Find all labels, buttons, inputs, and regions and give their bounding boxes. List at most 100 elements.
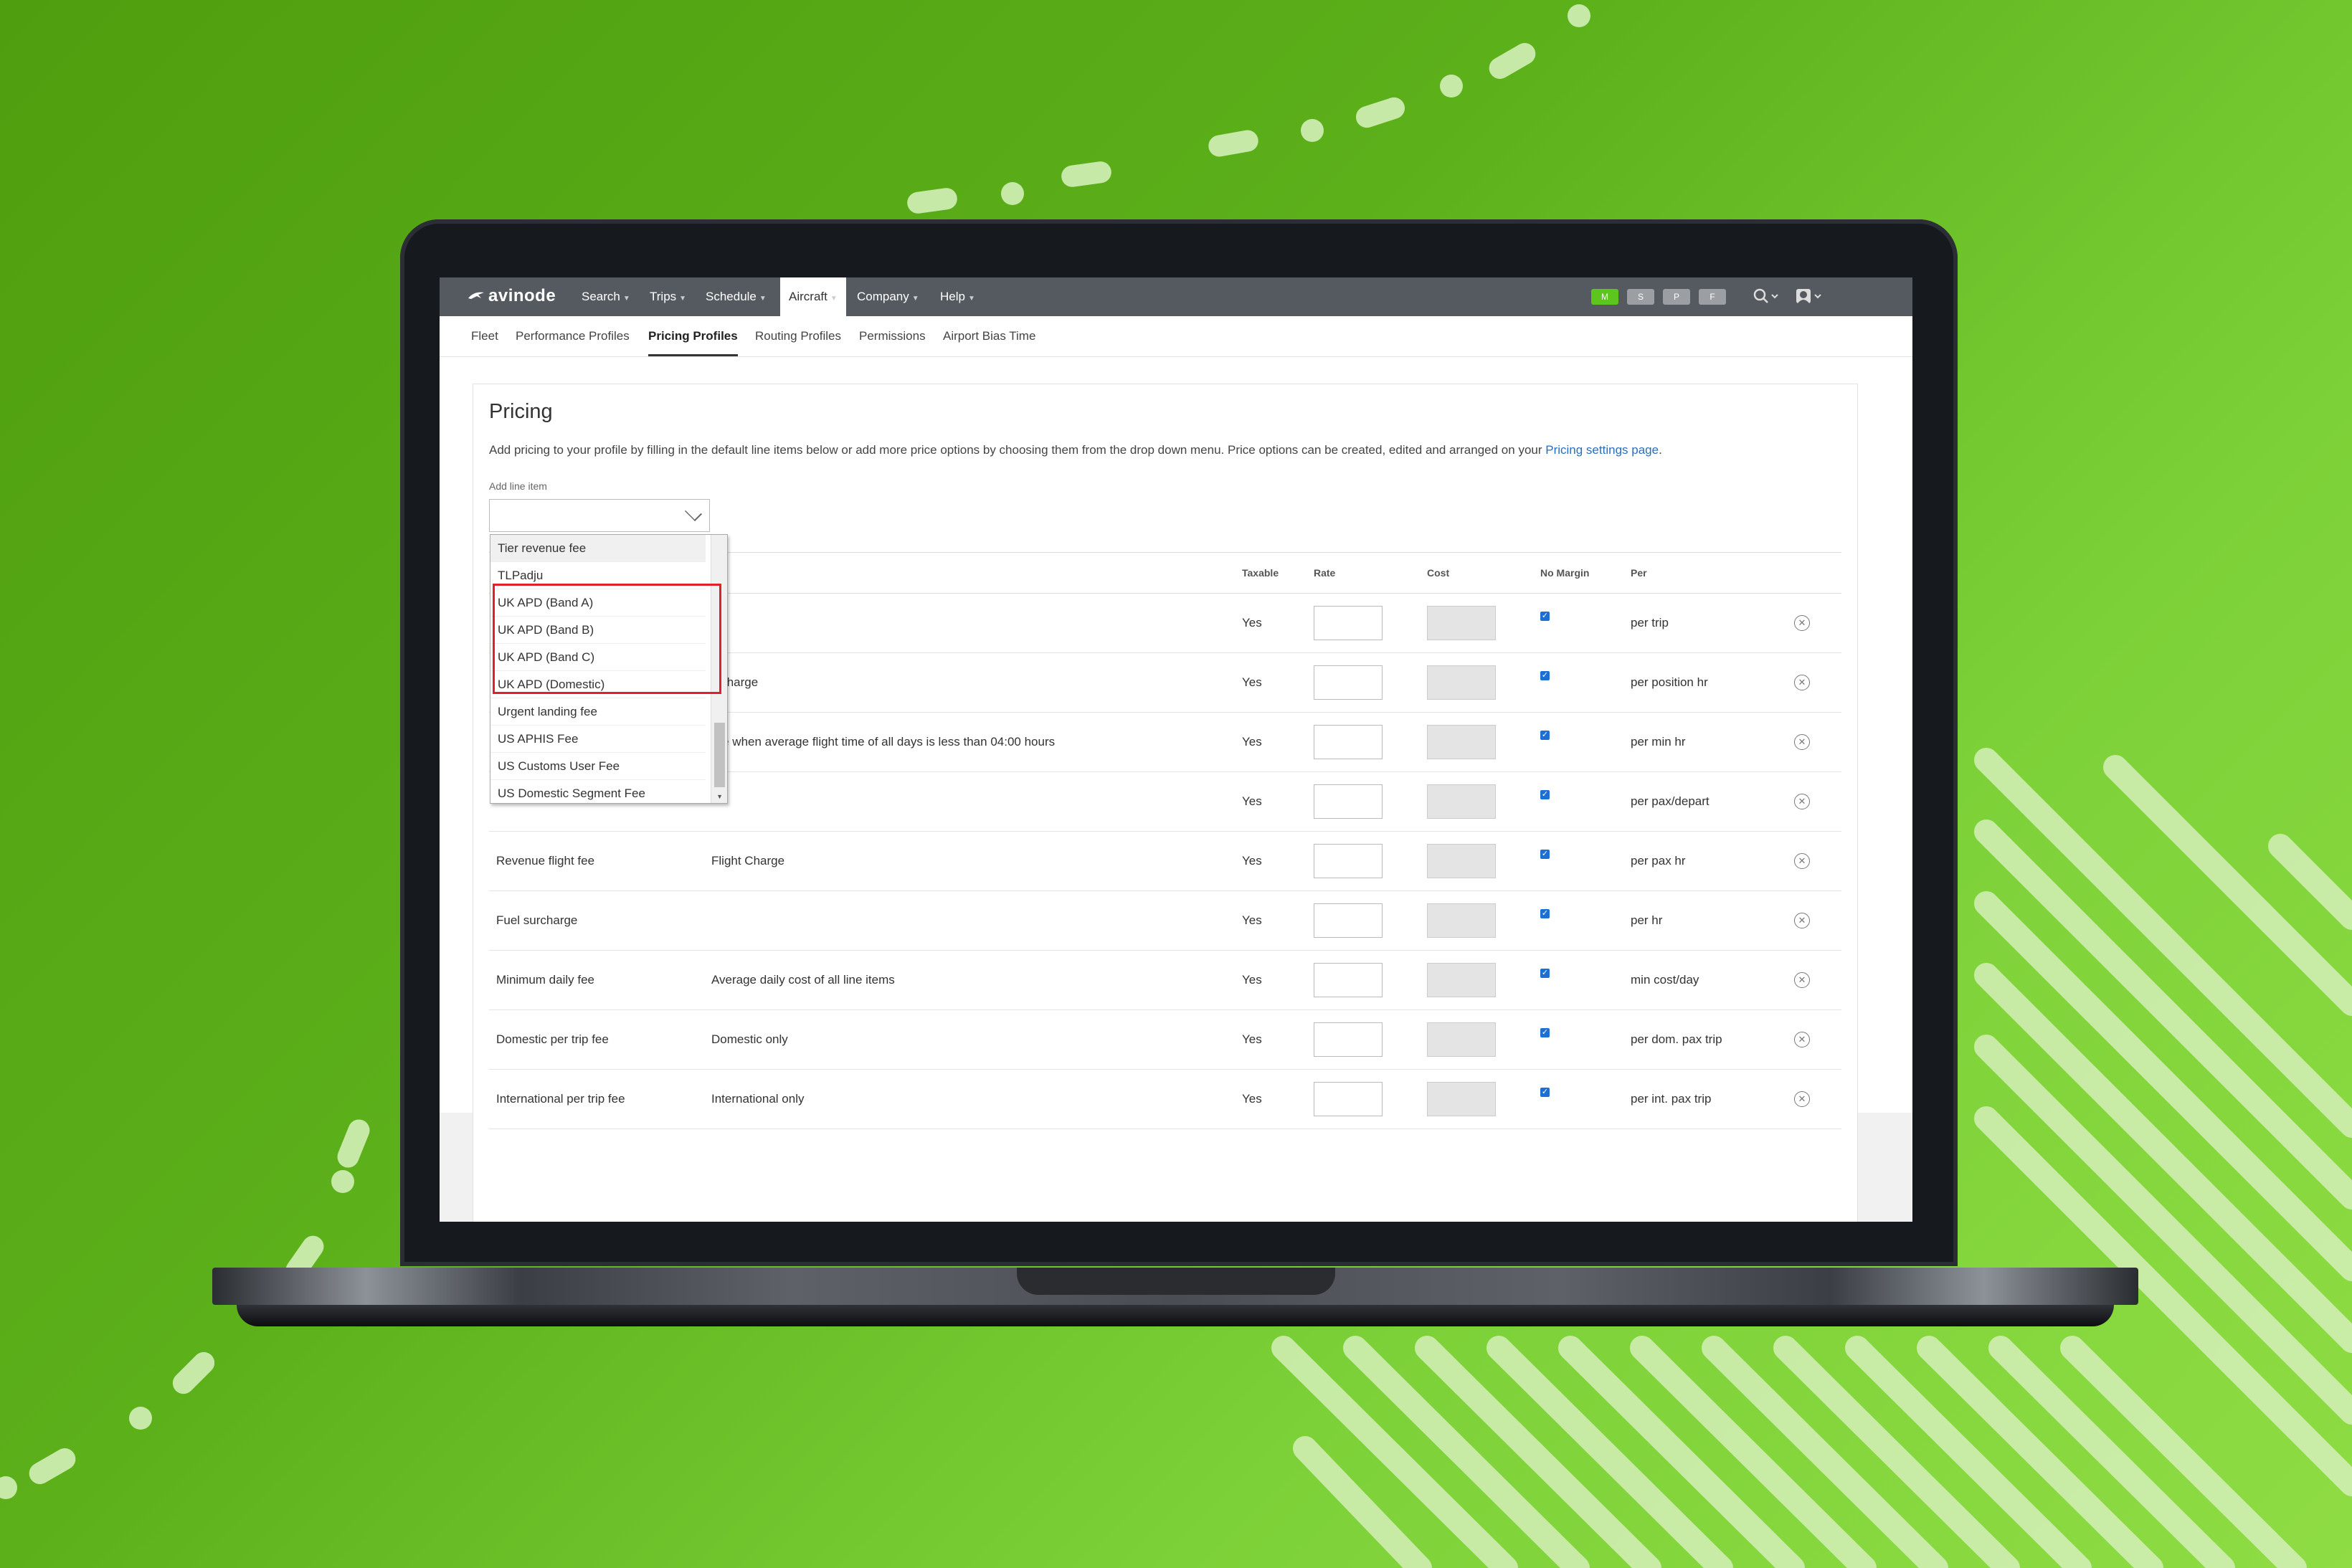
no-margin-checkbox[interactable]: ✓ xyxy=(1540,790,1550,799)
dropdown-option[interactable]: US APHIS Fee xyxy=(490,726,706,753)
dropdown-option[interactable]: US Customs User Fee xyxy=(490,753,706,780)
status-pill-s[interactable]: S xyxy=(1627,289,1654,305)
no-margin-checkbox[interactable]: ✓ xyxy=(1540,671,1550,680)
nav-trips[interactable]: Trips ▼ xyxy=(650,277,686,316)
row-cost-cell xyxy=(1427,652,1540,713)
rate-input[interactable] xyxy=(1314,844,1383,878)
row-per: per pax/depart xyxy=(1631,771,1794,832)
scroll-down-arrow-icon[interactable]: ▼ xyxy=(716,793,723,800)
caret-down-icon: ▼ xyxy=(967,295,975,303)
nav-trips-label: Trips xyxy=(650,290,677,303)
no-margin-checkbox[interactable]: ✓ xyxy=(1540,1028,1550,1037)
subnav-permissions[interactable]: Permissions xyxy=(859,316,926,356)
rate-input[interactable] xyxy=(1314,903,1383,938)
row-per: per min hr xyxy=(1631,712,1794,772)
caret-down-icon: ▼ xyxy=(830,295,838,303)
nav-search[interactable]: Search ▼ xyxy=(582,277,630,316)
table-row: Minimum daily fee Average daily cost of a… xyxy=(489,950,1841,1010)
rate-input[interactable] xyxy=(1314,1082,1383,1116)
table-row: Fuel surcharge Yes ✓ per hr ✕ xyxy=(489,890,1841,951)
status-pill-p[interactable]: P xyxy=(1663,289,1690,305)
row-cost-cell xyxy=(1427,1009,1540,1070)
subnav-fleet[interactable]: Fleet xyxy=(471,316,498,356)
row-rate-cell xyxy=(1314,831,1427,891)
row-name: Minimum daily fee xyxy=(489,950,711,1010)
rate-input[interactable] xyxy=(1314,784,1383,819)
row-per: per trip xyxy=(1631,593,1794,653)
dropdown-option[interactable]: Urgent landing fee xyxy=(490,698,706,726)
pricing-settings-link[interactable]: Pricing settings page xyxy=(1545,443,1659,457)
no-margin-checkbox[interactable]: ✓ xyxy=(1540,731,1550,740)
subnav-pricing-profiles[interactable]: Pricing Profiles xyxy=(648,316,738,356)
rate-input[interactable] xyxy=(1314,665,1383,700)
user-icon[interactable] xyxy=(1795,288,1824,309)
remove-circle-icon[interactable]: ✕ xyxy=(1794,1032,1810,1047)
row-delete-cell: ✕ xyxy=(1794,771,1841,832)
add-line-item-label: Add line item xyxy=(489,480,547,492)
remove-circle-icon[interactable]: ✕ xyxy=(1794,734,1810,750)
row-taxable: Yes xyxy=(1242,771,1314,832)
row-details xyxy=(711,890,1242,951)
dropdown-option[interactable]: Tier revenue fee xyxy=(490,535,706,562)
rate-input[interactable] xyxy=(1314,1022,1383,1057)
row-taxable: Yes xyxy=(1242,950,1314,1010)
row-rate-cell xyxy=(1314,950,1427,1010)
remove-circle-icon[interactable]: ✕ xyxy=(1794,1091,1810,1107)
row-rate-cell xyxy=(1314,652,1427,713)
uk-apd-highlight-box xyxy=(493,584,721,694)
status-pill-m[interactable]: M xyxy=(1591,289,1618,305)
row-details: Flight Charge xyxy=(711,831,1242,891)
nav-schedule[interactable]: Schedule ▼ xyxy=(706,277,767,316)
cost-input xyxy=(1427,725,1496,759)
row-no-margin-cell: ✓ xyxy=(1540,950,1631,1010)
description-text: Add pricing to your profile by filling i… xyxy=(489,443,1542,457)
nav-company[interactable]: Company ▼ xyxy=(857,277,919,316)
search-icon[interactable] xyxy=(1753,288,1779,309)
row-delete-cell: ✕ xyxy=(1794,652,1841,713)
dropdown-option[interactable]: US Domestic Segment Fee xyxy=(490,780,706,803)
rate-input[interactable] xyxy=(1314,725,1383,759)
row-no-margin-cell: ✓ xyxy=(1540,890,1631,951)
add-line-item-select[interactable] xyxy=(489,499,710,532)
table-row: Domestic per trip fee Domestic only Yes ✓ pe… xyxy=(489,1009,1841,1070)
no-margin-checkbox[interactable]: ✓ xyxy=(1540,850,1550,859)
pricing-description: Add pricing to your profile by filling i… xyxy=(489,443,1662,457)
remove-circle-icon[interactable]: ✕ xyxy=(1794,913,1810,928)
row-cost-cell xyxy=(1427,593,1540,653)
rate-input[interactable] xyxy=(1314,606,1383,640)
remove-circle-icon[interactable]: ✕ xyxy=(1794,972,1810,988)
no-margin-checkbox[interactable]: ✓ xyxy=(1540,612,1550,621)
rate-input[interactable] xyxy=(1314,963,1383,997)
nav-help[interactable]: Help ▼ xyxy=(940,277,975,316)
no-margin-checkbox[interactable]: ✓ xyxy=(1540,969,1550,978)
subnav-airport-bias-time[interactable]: Airport Bias Time xyxy=(943,316,1035,356)
cost-input xyxy=(1427,1022,1496,1057)
row-per: per position hr xyxy=(1631,652,1794,713)
remove-circle-icon[interactable]: ✕ xyxy=(1794,853,1810,869)
caret-down-icon: ▼ xyxy=(911,295,919,303)
caret-down-icon: ▼ xyxy=(759,295,767,303)
avinode-logo[interactable]: avinode xyxy=(467,286,556,306)
subnav-routing-profiles[interactable]: Routing Profiles xyxy=(755,316,841,356)
page-title: Pricing xyxy=(489,400,553,423)
col-header-taxable: Taxable xyxy=(1242,552,1314,594)
remove-circle-icon[interactable]: ✕ xyxy=(1794,675,1810,690)
remove-circle-icon[interactable]: ✕ xyxy=(1794,794,1810,809)
row-no-margin-cell: ✓ xyxy=(1540,1069,1631,1129)
row-cost-cell xyxy=(1427,950,1540,1010)
remove-circle-icon[interactable]: ✕ xyxy=(1794,615,1810,631)
subnav-performance-profiles[interactable]: Performance Profiles xyxy=(516,316,630,356)
app-screen: avinode Search ▼ Trips ▼ Schedule ▼ Aircraf… xyxy=(440,277,1912,1222)
laptop-base-bottom xyxy=(237,1305,2114,1326)
no-margin-checkbox[interactable]: ✓ xyxy=(1540,1088,1550,1097)
nav-aircraft[interactable]: Aircraft ▼ xyxy=(780,277,846,316)
row-taxable: Yes xyxy=(1242,890,1314,951)
row-rate-cell xyxy=(1314,712,1427,772)
no-margin-checkbox[interactable]: ✓ xyxy=(1540,909,1550,918)
table-row: Revenue flight fee Flight Charge Yes ✓ per p… xyxy=(489,831,1841,891)
row-delete-cell: ✕ xyxy=(1794,1069,1841,1129)
scrollbar-thumb[interactable] xyxy=(714,723,725,787)
status-pill-f[interactable]: F xyxy=(1699,289,1726,305)
row-rate-cell xyxy=(1314,890,1427,951)
row-per: per pax hr xyxy=(1631,831,1794,891)
